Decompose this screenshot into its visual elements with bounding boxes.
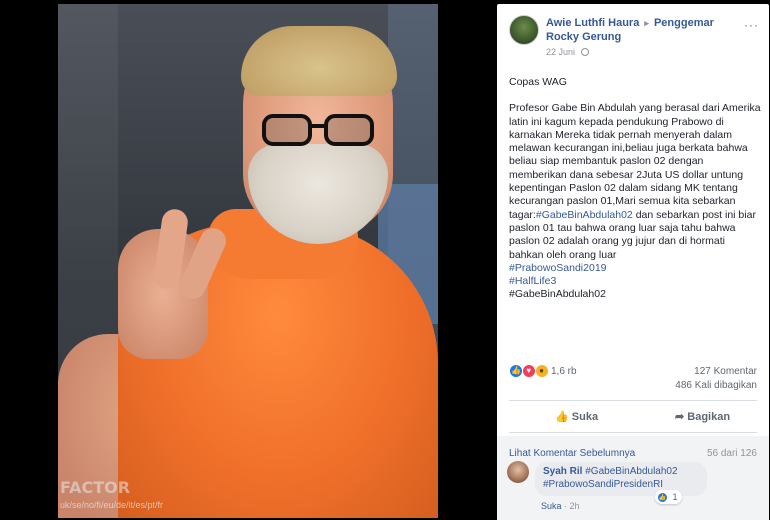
hashtag-link[interactable]: #PrabowoSandi2019 (509, 262, 607, 274)
comment-reaction-badge[interactable]: 👍 1 (655, 490, 682, 504)
commenter-name[interactable]: Syah Ril (543, 466, 582, 477)
comment-reaction-count: 1 (672, 492, 678, 502)
comment-meta-separator: · (561, 501, 570, 511)
post-panel: Awie Luthfi Haura ▸ Penggemar Rocky Geru… (497, 4, 769, 520)
comments-pager: 56 dari 126 (706, 448, 757, 459)
post-photo[interactable]: FACTOR uk/se/no/fi/eu/de/it/es/pt/fr (58, 4, 438, 518)
share-count[interactable]: 486 Kali dibagikan (675, 380, 757, 391)
commenter-avatar[interactable] (507, 461, 529, 483)
post-date[interactable]: 22 Juni (546, 47, 589, 57)
like-reaction-icon: 👍 (509, 364, 523, 378)
divider (509, 432, 757, 433)
more-options-icon[interactable]: ··· (744, 18, 759, 32)
post-text: Copas WAG Profesor Gabe Bin Abdulah yang… (509, 76, 761, 315)
post-text-main: Profesor Gabe Bin Abdulah yang berasal d… (509, 102, 761, 221)
comment-meta: Suka · 2h (541, 501, 580, 511)
post-header: Awie Luthfi Haura ▸ Penggemar Rocky Geru… (497, 4, 769, 64)
like-button-label: Suka (571, 411, 599, 423)
photo-watermark: FACTOR (60, 478, 131, 497)
hashtag-text: #GabeBinAbdulah02 (509, 288, 606, 301)
reactions-bar: 👍 ♥ ● 1,6 rb 127 Komentar (509, 364, 757, 380)
reaction-icons[interactable]: 👍 ♥ ● (509, 364, 549, 380)
hashtag-link[interactable]: #GabeBinAbdulah02 (536, 209, 633, 221)
post-text-paragraph: Profesor Gabe Bin Abdulah yang berasal d… (509, 102, 761, 301)
author-avatar[interactable] (509, 15, 539, 45)
comment-count[interactable]: 127 Komentar (694, 366, 757, 377)
share-button[interactable]: ➦ Bagikan (675, 410, 730, 423)
post-author-line: Awie Luthfi Haura ▸ Penggemar Rocky Geru… (546, 16, 736, 44)
like-reaction-icon: 👍 (657, 492, 668, 504)
divider (509, 400, 757, 401)
view-previous-comments-link[interactable]: Lihat Komentar Sebelumnya (509, 448, 635, 459)
author-name[interactable]: Awie Luthfi Haura (546, 17, 639, 29)
photo-glasses (262, 114, 374, 146)
like-button[interactable]: 👍 Suka (555, 410, 598, 423)
photo-watermark-url: uk/se/no/fi/eu/de/it/es/pt/fr (60, 500, 164, 510)
share-arrow-icon: ➦ (675, 411, 685, 423)
love-reaction-icon: ♥ (521, 364, 536, 378)
photo-hair (241, 26, 397, 96)
share-button-label: Bagikan (687, 411, 731, 423)
reaction-count[interactable]: 1,6 rb (551, 366, 577, 377)
thumbs-up-icon: 👍 (555, 411, 569, 423)
globe-icon (580, 48, 589, 56)
comment-time[interactable]: 2h (570, 501, 580, 511)
post-text-line: Copas WAG (509, 76, 567, 88)
comment-bubble: Syah Ril #GabeBinAbdulah02 #PrabowoSandi… (535, 462, 707, 496)
post-date-text[interactable]: 22 Juni (546, 47, 575, 57)
comment-like-link[interactable]: Suka (541, 501, 562, 511)
wow-reaction-icon: ● (534, 364, 549, 378)
post-actions: 👍 Suka ➦ Bagikan (509, 406, 757, 430)
hashtag-link[interactable]: #HalfLife3 (509, 275, 556, 287)
arrow-right-icon: ▸ (644, 18, 649, 28)
